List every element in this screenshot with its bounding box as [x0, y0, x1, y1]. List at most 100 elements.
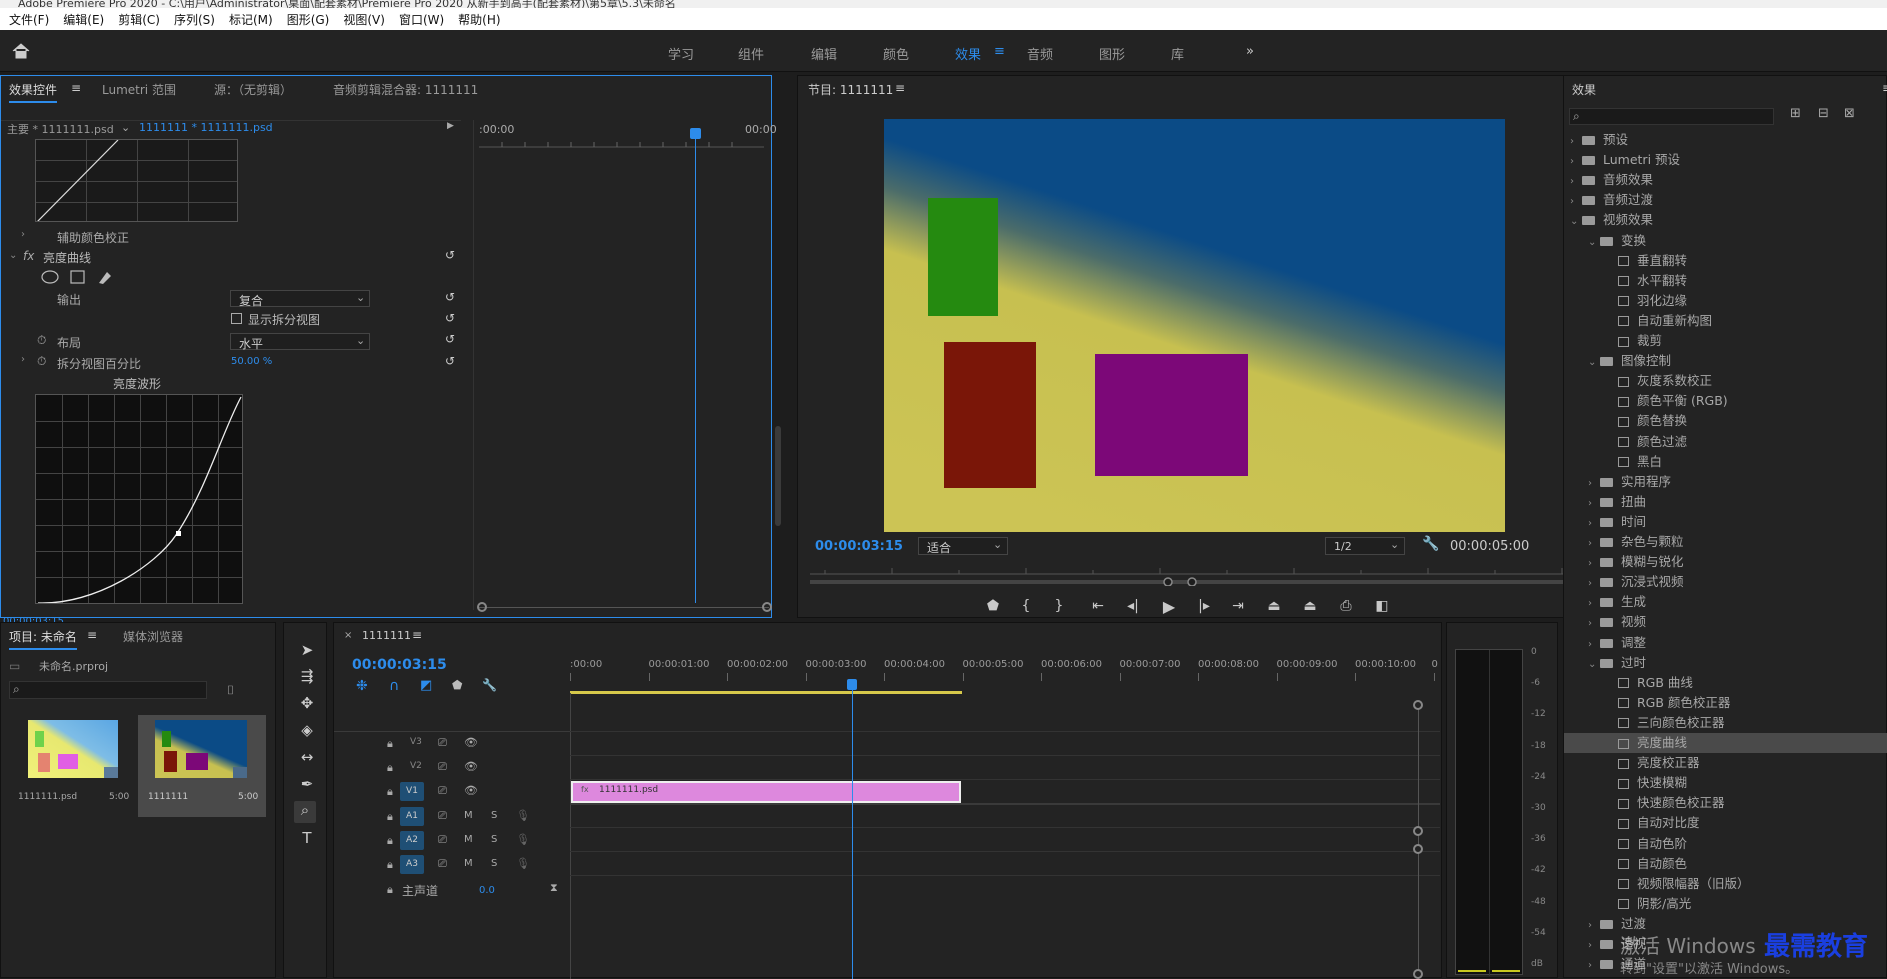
- timeline-menu-icon[interactable]: ≡: [412, 628, 422, 642]
- timeline-ruler[interactable]: :00:00 00:00:01:00 00:00:02:00 00:00:03:00 0…: [570, 659, 1438, 683]
- workspace-menu-icon[interactable]: ≡: [994, 44, 1005, 59]
- effects-folder[interactable]: ⌄ 变换: [1564, 231, 1887, 251]
- timeline-timecode[interactable]: 00:00:03:15: [352, 657, 447, 673]
- export-frame-icon[interactable]: ⎙: [1333, 598, 1359, 614]
- tab-menu-icon[interactable]: ≡: [71, 81, 81, 95]
- tab-lumetri-scopes[interactable]: Lumetri 范围: [102, 81, 176, 98]
- reset-output-icon[interactable]: ↺: [445, 290, 455, 304]
- v-scroll-top-handle[interactable]: [1413, 700, 1423, 710]
- chevron-right-icon[interactable]: ›: [1588, 514, 1600, 534]
- chevron-down-icon[interactable]: ⌄: [1570, 212, 1582, 232]
- effects-folder[interactable]: › 时间: [1564, 512, 1887, 532]
- a-scroll-top-handle[interactable]: [1413, 844, 1423, 854]
- layout-dropdown[interactable]: 水平 ⌄: [230, 333, 370, 351]
- effects-folder[interactable]: › 预设: [1564, 130, 1887, 150]
- effects-folder[interactable]: ⌄ 过时: [1564, 653, 1887, 673]
- effects-folder[interactable]: ⌄ 视频效果: [1564, 210, 1887, 230]
- work-area-bar[interactable]: [570, 691, 962, 694]
- split-percent-value[interactable]: 50.00 %: [231, 356, 272, 367]
- reset-fx-icon[interactable]: ↺: [445, 248, 455, 262]
- workspace-assembly[interactable]: 组件: [738, 44, 764, 63]
- effect-item[interactable]: 灰度系数校正: [1564, 371, 1887, 391]
- menu-file[interactable]: 文件(F): [2, 11, 56, 28]
- chevron-right-icon[interactable]: ›: [1570, 172, 1582, 192]
- step-back-icon[interactable]: ◂|: [1120, 598, 1146, 614]
- pen-tool-icon[interactable]: ✒: [296, 775, 318, 797]
- lock-icon[interactable]: 🔒︎: [387, 785, 393, 799]
- add-marker-icon[interactable]: ⬟: [980, 598, 1006, 614]
- go-to-out-icon[interactable]: ⇥: [1225, 598, 1251, 614]
- project-item[interactable]: 1111111.psd 5:00: [11, 716, 135, 816]
- effect-item[interactable]: RGB 曲线: [1564, 673, 1887, 693]
- add-marker-icon[interactable]: ⬟: [452, 678, 462, 692]
- workspace-graphics[interactable]: 图形: [1099, 44, 1125, 63]
- eye-icon[interactable]: 👁︎: [464, 760, 478, 773]
- effects-folder[interactable]: › 扭曲: [1564, 492, 1887, 512]
- mark-in-icon[interactable]: {: [1013, 598, 1039, 614]
- chevron-right-icon[interactable]: ›: [1588, 494, 1600, 514]
- effect-item[interactable]: 快速颜色校正器: [1564, 793, 1887, 813]
- accelerated-effects-icon[interactable]: ⊞: [1790, 106, 1801, 121]
- expand-chevron-icon[interactable]: ›: [21, 229, 25, 240]
- effects-folder[interactable]: › 杂色与颗粒: [1564, 532, 1887, 552]
- menu-graphics[interactable]: 图形(G): [280, 11, 337, 28]
- stopwatch-icon[interactable]: ⏱: [37, 333, 46, 348]
- effect-item[interactable]: 视频限幅器（旧版）: [1564, 874, 1887, 894]
- effect-item[interactable]: 羽化边缘: [1564, 291, 1887, 311]
- effects-folder[interactable]: › 音频过渡: [1564, 190, 1887, 210]
- eye-icon[interactable]: 👁︎: [464, 784, 478, 797]
- menu-clip[interactable]: 剪辑(C): [111, 11, 167, 28]
- stopwatch-icon[interactable]: ⏱: [37, 354, 46, 369]
- chevron-down-icon[interactable]: ⌄: [1588, 233, 1600, 253]
- type-tool-icon[interactable]: T: [296, 829, 318, 851]
- effect-item[interactable]: 颜色过滤: [1564, 432, 1887, 452]
- mute-button[interactable]: M: [464, 834, 473, 845]
- mic-icon[interactable]: 🎙︎: [516, 857, 530, 870]
- lock-icon[interactable]: 🔒︎: [387, 858, 393, 872]
- menu-view[interactable]: 视图(V): [336, 11, 392, 28]
- effects-folder[interactable]: › 生成: [1564, 592, 1887, 612]
- chevron-right-icon[interactable]: ›: [1588, 936, 1600, 956]
- effects-folder[interactable]: › 调整: [1564, 633, 1887, 653]
- reset-layout-icon[interactable]: ↺: [445, 332, 455, 346]
- collapse-chevron-icon[interactable]: ⌄: [9, 250, 17, 261]
- program-title[interactable]: 节目: 1111111: [808, 81, 893, 98]
- chevron-right-icon[interactable]: ›: [1588, 534, 1600, 554]
- nest-icon[interactable]: ❉: [356, 678, 368, 694]
- sync-lock-icon[interactable]: ⎚: [438, 833, 447, 847]
- sync-lock-icon[interactable]: ⎚: [438, 857, 447, 871]
- master-end-icon[interactable]: ⧗: [550, 881, 558, 895]
- workspace-editing[interactable]: 编辑: [811, 44, 837, 63]
- project-item-selected[interactable]: 1111111 5:00: [138, 715, 266, 817]
- chevron-right-icon[interactable]: ›: [1570, 152, 1582, 172]
- workspace-effects[interactable]: 效果: [955, 44, 981, 63]
- effect-item[interactable]: 水平翻转: [1564, 271, 1887, 291]
- ripple-edit-tool-icon[interactable]: ✥: [296, 694, 318, 716]
- effects-folder[interactable]: › 视频: [1564, 612, 1887, 632]
- reset-split-icon[interactable]: ↺: [445, 311, 455, 325]
- mute-button[interactable]: M: [464, 810, 473, 821]
- effect-item[interactable]: 快速模糊: [1564, 773, 1887, 793]
- curve-graph-top[interactable]: [35, 139, 238, 222]
- menu-window[interactable]: 窗口(W): [392, 11, 451, 28]
- chevron-right-icon[interactable]: ›: [1588, 594, 1600, 614]
- eye-icon[interactable]: 👁︎: [464, 736, 478, 749]
- zoom-tool-icon[interactable]: ⌕: [294, 801, 316, 823]
- sequence-clip-label[interactable]: 1111111 * 1111111.psd: [139, 121, 273, 134]
- workspace-learn[interactable]: 学习: [668, 44, 694, 63]
- extract-icon[interactable]: ⏏: [1297, 598, 1323, 614]
- effects-folder[interactable]: › 实用程序: [1564, 472, 1887, 492]
- program-time-ruler[interactable]: [810, 564, 1580, 586]
- video-clip[interactable]: fx 1111111.psd: [571, 781, 961, 803]
- lift-icon[interactable]: ⏏: [1261, 598, 1287, 614]
- mute-button[interactable]: M: [464, 858, 473, 869]
- sync-lock-icon[interactable]: ⎚: [438, 760, 447, 774]
- project-search-input[interactable]: ⌕: [9, 681, 207, 699]
- selection-tool-icon[interactable]: ➤: [296, 641, 318, 663]
- fx-badge-icon[interactable]: fx: [23, 249, 34, 263]
- effect-item[interactable]: 裁剪: [1564, 331, 1887, 351]
- workspace-audio[interactable]: 音频: [1027, 44, 1053, 63]
- fit-dropdown[interactable]: 适合 ⌄: [918, 537, 1008, 555]
- tab-media-browser[interactable]: 媒体浏览器: [123, 628, 183, 645]
- snap-icon[interactable]: ∩: [389, 678, 399, 694]
